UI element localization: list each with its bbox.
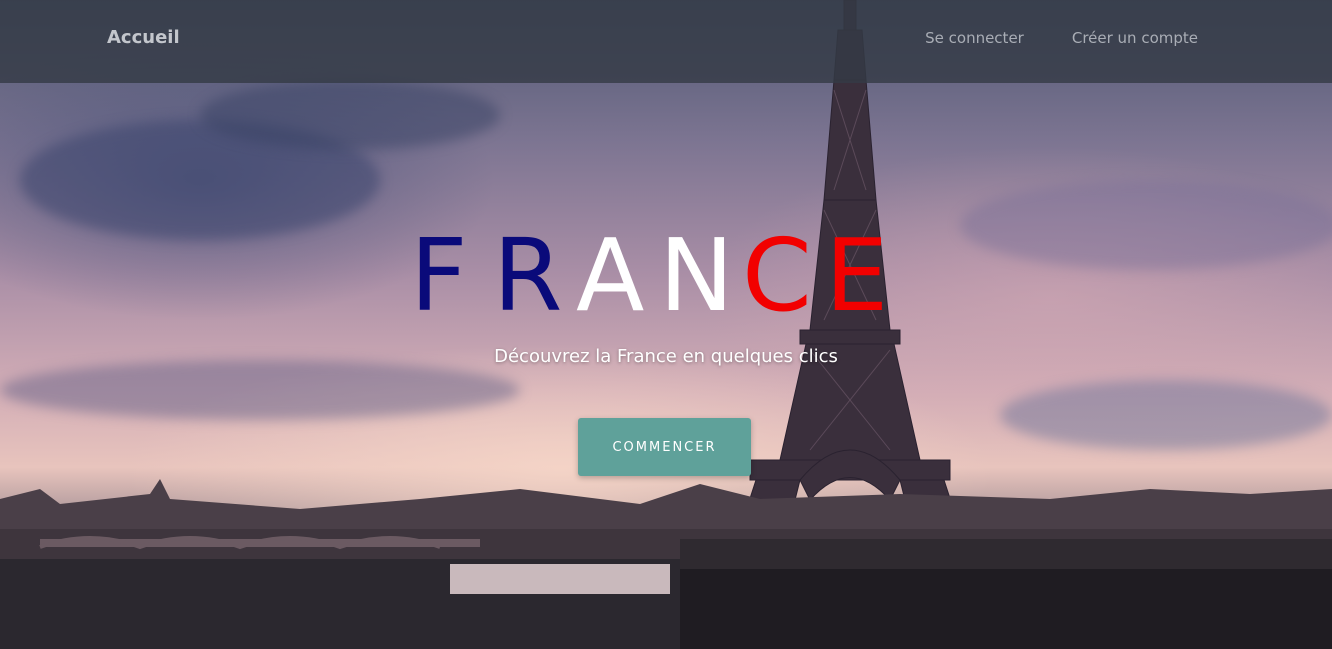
top-navbar: Accueil Se connecter Créer un compte	[0, 0, 1332, 83]
cloud-shape	[1000, 380, 1332, 450]
hero-subtitle-container: Découvrez la France en quelques clics	[0, 346, 1332, 367]
cloud-shape	[0, 360, 520, 420]
hero-subtitle: Découvrez la France en quelques clics	[494, 346, 838, 367]
title-letter-r: R	[493, 217, 563, 334]
hero-title: F R A N C E	[410, 226, 908, 326]
title-letter-n: N	[659, 217, 734, 334]
home-link[interactable]: Accueil	[107, 27, 180, 48]
login-link[interactable]: Se connecter	[925, 29, 1024, 47]
cloud-shape	[200, 80, 500, 150]
title-letter-f: F	[410, 217, 468, 334]
nav-links: Se connecter Créer un compte	[925, 29, 1198, 47]
city-skyline-image	[0, 479, 1332, 649]
title-letter-a: A	[576, 217, 645, 334]
cloud-shape	[960, 180, 1332, 270]
signup-link[interactable]: Créer un compte	[1072, 29, 1198, 47]
start-button[interactable]: COMMENCER	[578, 418, 751, 476]
title-letter-e: E	[825, 217, 889, 334]
hero-section: Accueil Se connecter Créer un compte F R…	[0, 0, 1332, 649]
title-letter-c: C	[742, 217, 812, 334]
